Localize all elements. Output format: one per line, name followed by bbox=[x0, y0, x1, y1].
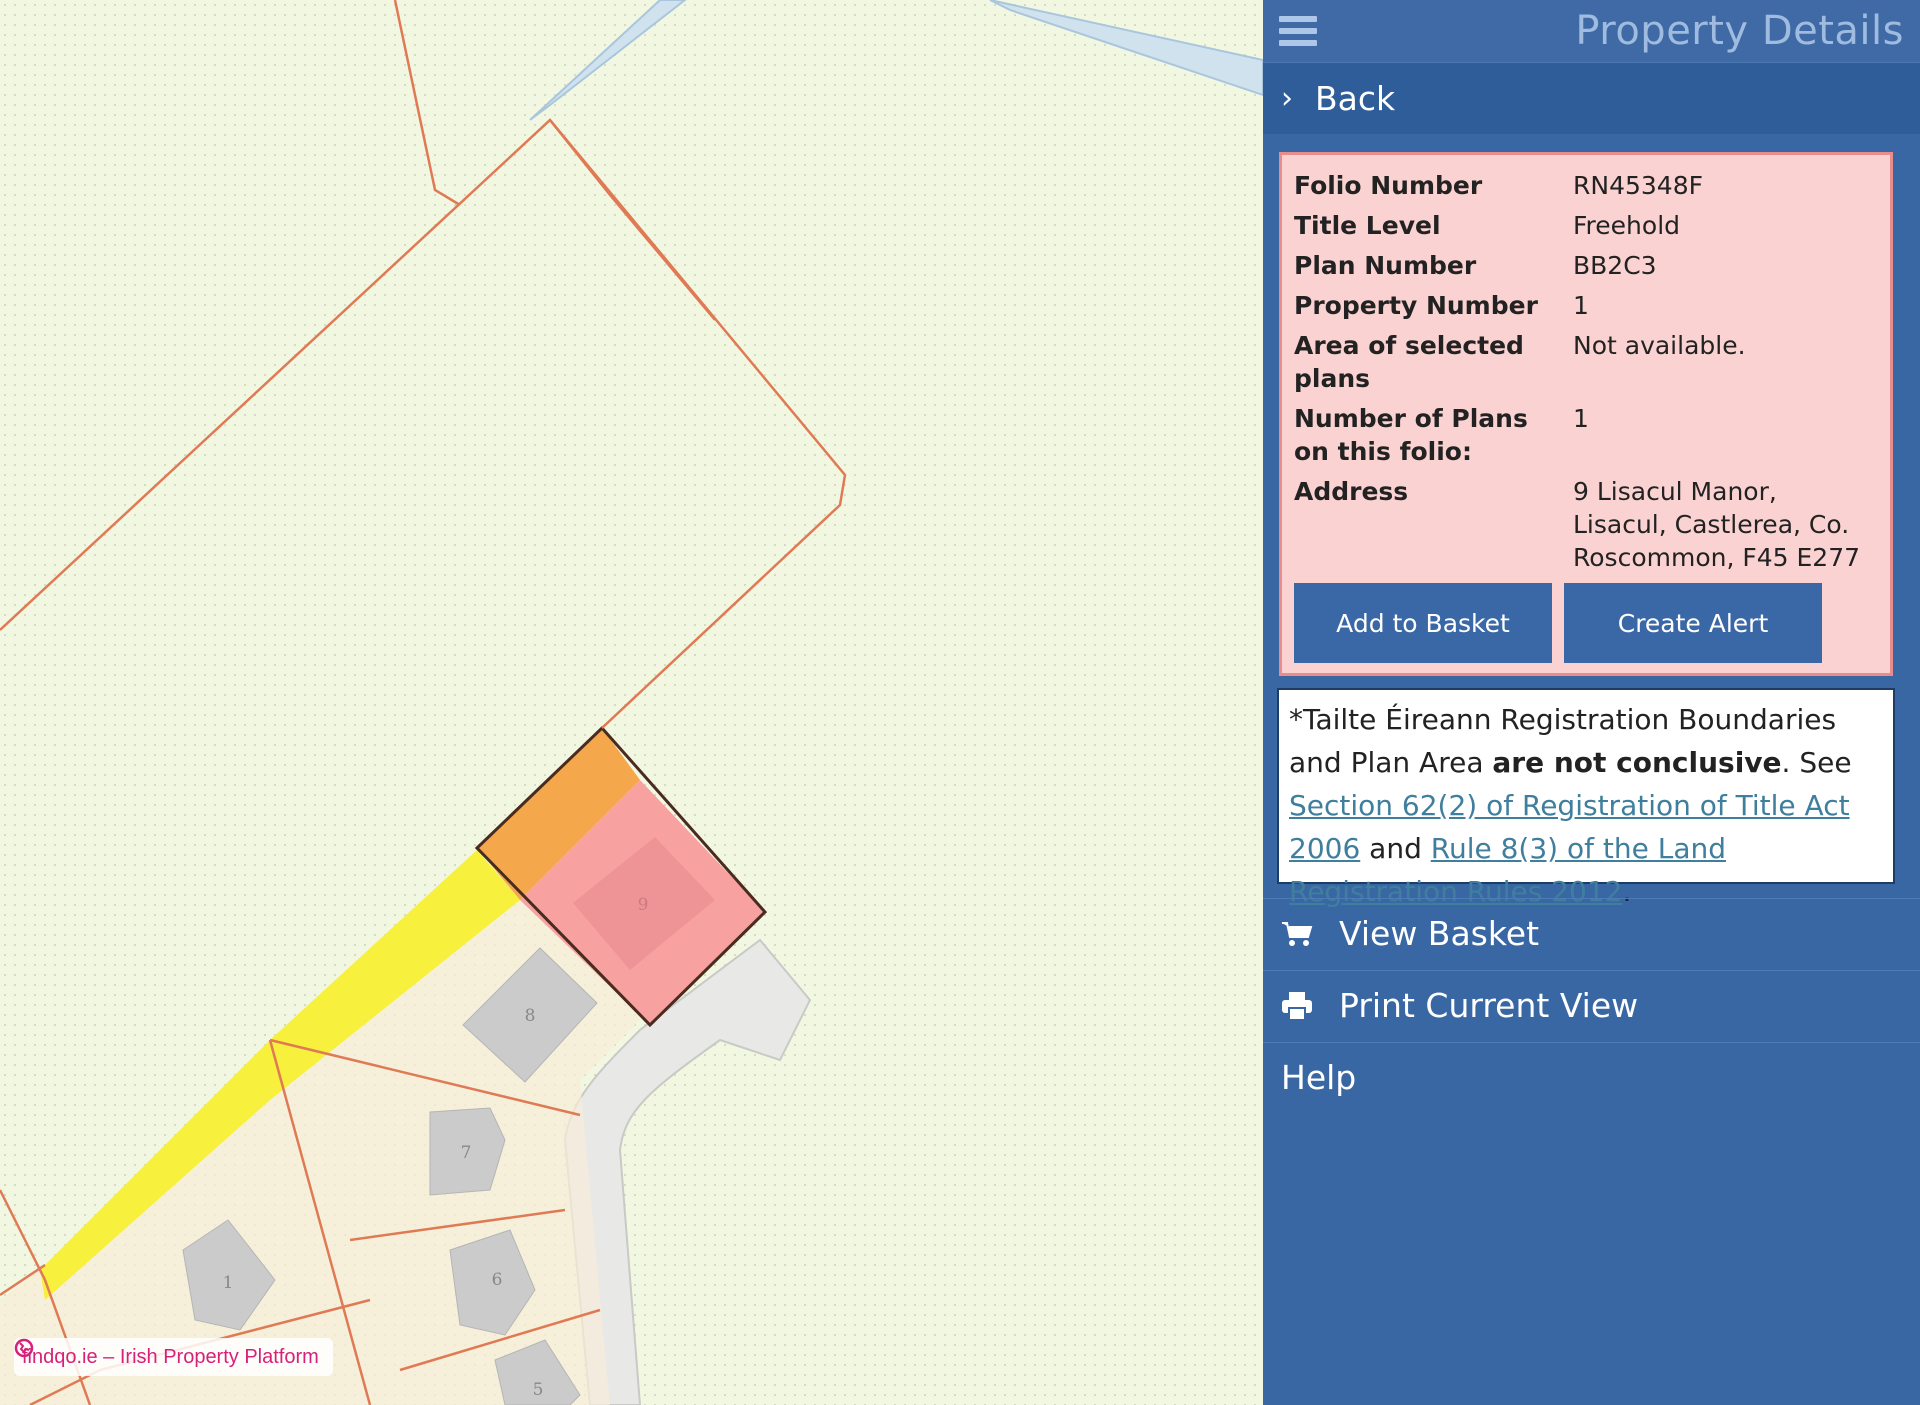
hamburger-menu-icon[interactable] bbox=[1279, 16, 1317, 46]
map-canvas[interactable]: 9 8 7 6 1 5 bbox=[0, 0, 1263, 1405]
chevron-right-icon: › bbox=[1281, 81, 1293, 116]
watermark: findqo.ie – Irish Property Platform bbox=[14, 1338, 333, 1376]
detail-row-title-level: Title Level Freehold bbox=[1294, 209, 1878, 249]
water-strip-2 bbox=[989, 0, 1263, 97]
folio-number-value: RN45348F bbox=[1573, 171, 1703, 200]
plans-count-label: Number of Plans on this folio: bbox=[1294, 404, 1528, 466]
water-strip bbox=[529, 0, 687, 121]
printer-icon bbox=[1281, 989, 1321, 1023]
disclaimer-box: *Tailte Éireann Registration Boundaries … bbox=[1277, 688, 1895, 908]
area-label: Area of selected plans bbox=[1294, 331, 1524, 393]
help-label: Help bbox=[1281, 1058, 1357, 1097]
property-details-card: Folio Number RN45348F Title Level Freeho… bbox=[1279, 152, 1893, 676]
plan-number-value: BB2C3 bbox=[1573, 251, 1657, 280]
folio-number-label: Folio Number bbox=[1294, 171, 1483, 200]
detail-row-plan-number: Plan Number BB2C3 bbox=[1294, 249, 1878, 289]
view-basket-link[interactable]: View Basket bbox=[1263, 898, 1920, 968]
area-value: Not available. bbox=[1573, 331, 1746, 360]
title-level-value: Freehold bbox=[1573, 211, 1681, 240]
house-number-1: 1 bbox=[223, 1273, 234, 1293]
print-current-view-label: Print Current View bbox=[1339, 986, 1639, 1025]
detail-row-folio: Folio Number RN45348F bbox=[1294, 169, 1878, 209]
view-basket-label: View Basket bbox=[1339, 914, 1540, 953]
back-label: Back bbox=[1315, 79, 1396, 118]
disclaimer-bold: are not conclusive bbox=[1492, 746, 1782, 779]
back-button[interactable]: › Back bbox=[1263, 62, 1920, 134]
address-label: Address bbox=[1294, 477, 1409, 506]
disclaimer-see: . See bbox=[1781, 746, 1852, 779]
title-level-label: Title Level bbox=[1294, 211, 1441, 240]
map-view[interactable]: 9 8 7 6 1 5 findqo.ie – Irish Property P… bbox=[0, 0, 1263, 1405]
help-link[interactable]: Help bbox=[1263, 1042, 1920, 1112]
house-number-5: 5 bbox=[533, 1380, 544, 1400]
property-number-value: 1 bbox=[1573, 291, 1589, 320]
detail-row-plans-count: Number of Plans on this folio: 1 bbox=[1294, 402, 1878, 475]
address-value: 9 Lisacul Manor, Lisacul, Castlerea, Co.… bbox=[1573, 477, 1860, 572]
property-details-panel: Property Details › Back Folio Number RN4… bbox=[1263, 0, 1920, 1405]
residential-area bbox=[0, 860, 640, 1405]
print-current-view-link[interactable]: Print Current View bbox=[1263, 970, 1920, 1040]
property-number-label: Property Number bbox=[1294, 291, 1538, 320]
detail-row-address: Address 9 Lisacul Manor, Lisacul, Castle… bbox=[1294, 475, 1878, 581]
plan-number-label: Plan Number bbox=[1294, 251, 1477, 280]
house-number-8: 8 bbox=[525, 1006, 536, 1026]
house-number-7: 7 bbox=[461, 1143, 472, 1163]
panel-title: Property Details bbox=[1575, 8, 1904, 54]
detail-row-property-number: Property Number 1 bbox=[1294, 289, 1878, 329]
globe-icon bbox=[14, 1338, 34, 1358]
disclaimer-and: and bbox=[1360, 832, 1431, 865]
house-number-9: 9 bbox=[638, 895, 649, 915]
plans-count-value: 1 bbox=[1573, 404, 1589, 433]
create-alert-button[interactable]: Create Alert bbox=[1564, 583, 1822, 663]
panel-header: Property Details bbox=[1263, 0, 1920, 62]
details-table: Folio Number RN45348F Title Level Freeho… bbox=[1294, 169, 1878, 581]
watermark-text: findqo.ie – Irish Property Platform bbox=[22, 1345, 319, 1368]
house-number-6: 6 bbox=[492, 1270, 503, 1290]
details-actions: Add to Basket Create Alert bbox=[1294, 583, 1822, 663]
shopping-cart-icon bbox=[1281, 917, 1321, 951]
add-to-basket-button[interactable]: Add to Basket bbox=[1294, 583, 1552, 663]
detail-row-area: Area of selected plans Not available. bbox=[1294, 329, 1878, 402]
